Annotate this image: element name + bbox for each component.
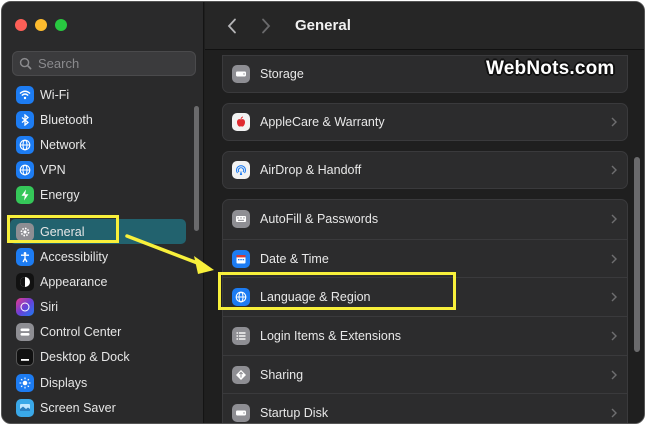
control-center-icon bbox=[16, 323, 34, 342]
settings-list: Storage AppleCare & Warranty AirDrop & H… bbox=[222, 55, 628, 423]
sidebar-item-bluetooth[interactable]: Bluetooth bbox=[10, 107, 186, 132]
settings-group-airdrop: AirDrop & Handoff bbox=[222, 151, 628, 189]
apple-icon bbox=[232, 113, 250, 131]
close-window-button[interactable] bbox=[15, 19, 27, 31]
dock-icon bbox=[16, 348, 34, 367]
row-label: Date & Time bbox=[260, 251, 329, 266]
accessibility-icon bbox=[16, 247, 34, 266]
chevron-right-icon bbox=[611, 254, 617, 264]
search-icon bbox=[19, 57, 32, 70]
chevron-right-icon bbox=[611, 165, 617, 175]
row-airdrop-handoff[interactable]: AirDrop & Handoff bbox=[223, 152, 627, 188]
globe-icon bbox=[16, 135, 34, 154]
row-applecare-warranty[interactable]: AppleCare & Warranty bbox=[223, 104, 627, 140]
highlight-box-general bbox=[7, 215, 119, 243]
row-login-items-extensions[interactable]: Login Items & Extensions bbox=[223, 316, 627, 355]
toolbar: General bbox=[205, 2, 644, 50]
appearance-icon bbox=[16, 272, 34, 291]
page-title: General bbox=[295, 17, 351, 34]
sidebar-item-appearance[interactable]: Appearance bbox=[10, 269, 186, 294]
sidebar-item-label: Wi-Fi bbox=[40, 87, 70, 102]
calendar-icon bbox=[232, 249, 250, 268]
sidebar-item-label: Screen Saver bbox=[40, 400, 116, 415]
forward-button[interactable] bbox=[257, 17, 275, 35]
chevron-right-icon bbox=[262, 18, 271, 33]
lightning-icon bbox=[16, 186, 34, 205]
wifi-icon bbox=[16, 85, 34, 104]
back-button[interactable] bbox=[223, 17, 241, 35]
sidebar-item-label: Control Center bbox=[40, 325, 122, 340]
keyboard-icon bbox=[232, 210, 250, 229]
sidebar-item-screen-saver[interactable]: Screen Saver bbox=[10, 395, 186, 420]
disk-icon bbox=[232, 404, 250, 423]
sidebar-item-label: Desktop & Dock bbox=[40, 350, 130, 365]
row-label: AirDrop & Handoff bbox=[260, 163, 362, 177]
sidebar-item-label: Accessibility bbox=[40, 249, 109, 264]
minimize-window-button[interactable] bbox=[35, 19, 47, 31]
settings-group-system: AutoFill & Passwords Date & Time Languag… bbox=[222, 199, 628, 423]
settings-group-applecare: AppleCare & Warranty bbox=[222, 103, 628, 141]
globe-icon bbox=[16, 161, 34, 180]
row-label: AppleCare & Warranty bbox=[260, 115, 385, 129]
chevron-right-icon bbox=[611, 117, 617, 127]
chevron-right-icon bbox=[611, 331, 617, 341]
siri-icon bbox=[16, 298, 34, 317]
highlight-box-language-region bbox=[218, 272, 456, 310]
chevron-right-icon bbox=[611, 214, 617, 224]
chevron-right-icon bbox=[611, 370, 617, 380]
sidebar-item-accessibility[interactable]: Accessibility bbox=[10, 244, 186, 269]
chevron-right-icon bbox=[611, 292, 617, 302]
window-controls bbox=[15, 19, 67, 31]
sidebar-item-label: Bluetooth bbox=[40, 112, 93, 127]
sidebar-item-label: Energy bbox=[40, 188, 80, 203]
sidebar-item-label: Network bbox=[40, 137, 86, 152]
sidebar-scrollbar[interactable] bbox=[194, 106, 199, 231]
row-label: Startup Disk bbox=[260, 406, 329, 421]
search-input[interactable] bbox=[38, 56, 188, 71]
sidebar-item-vpn[interactable]: VPN bbox=[10, 158, 186, 183]
sidebar-item-energy[interactable]: Energy bbox=[10, 183, 186, 208]
sidebar-item-siri[interactable]: Siri bbox=[10, 295, 186, 320]
row-label: Login Items & Extensions bbox=[260, 328, 402, 343]
sidebar-item-label: Displays bbox=[40, 375, 88, 390]
sidebar-item-label: Appearance bbox=[40, 274, 108, 289]
row-autofill-passwords[interactable]: AutoFill & Passwords bbox=[223, 200, 627, 239]
airdrop-icon bbox=[232, 161, 250, 179]
bluetooth-icon bbox=[16, 110, 34, 129]
row-startup-disk[interactable]: Startup Disk bbox=[223, 393, 627, 423]
main-scrollbar[interactable] bbox=[634, 157, 640, 352]
sidebar-item-displays[interactable]: Displays bbox=[10, 370, 186, 395]
sidebar: Wi-Fi Bluetooth Network VPN bbox=[2, 2, 204, 423]
row-label: Storage bbox=[260, 67, 304, 81]
search-field[interactable] bbox=[12, 51, 196, 76]
chevron-right-icon bbox=[611, 408, 617, 418]
sun-icon bbox=[16, 373, 34, 392]
sidebar-item-label: VPN bbox=[40, 163, 66, 178]
watermark: WebNots.com bbox=[486, 58, 615, 79]
list-icon bbox=[232, 326, 250, 345]
screen-saver-icon bbox=[16, 398, 34, 417]
chevron-left-icon bbox=[227, 18, 236, 33]
row-label: AutoFill & Passwords bbox=[260, 212, 379, 227]
zoom-window-button[interactable] bbox=[55, 19, 67, 31]
storage-icon bbox=[232, 65, 250, 83]
row-label: Sharing bbox=[260, 367, 304, 382]
sidebar-item-control-center[interactable]: Control Center bbox=[10, 320, 186, 345]
sharing-icon bbox=[232, 365, 250, 384]
sidebar-item-wifi[interactable]: Wi-Fi bbox=[10, 82, 186, 107]
row-sharing[interactable]: Sharing bbox=[223, 354, 627, 394]
sidebar-item-desktop-dock[interactable]: Desktop & Dock bbox=[10, 345, 186, 370]
sidebar-item-network[interactable]: Network bbox=[10, 132, 186, 157]
sidebar-item-label: Siri bbox=[40, 300, 59, 315]
sidebar-list: Wi-Fi Bluetooth Network VPN Energy Gener… bbox=[10, 82, 186, 420]
